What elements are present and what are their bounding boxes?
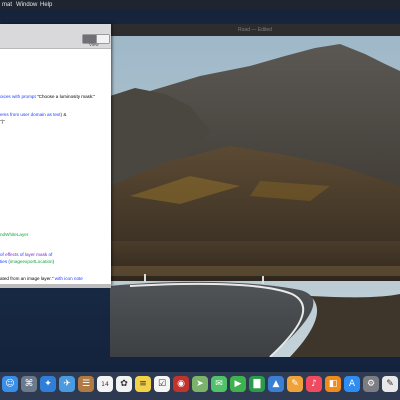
photo-window-title: Road — Edited <box>110 24 400 36</box>
code-token: layer mask <box>24 252 48 257</box>
code-token: ) & <box>60 112 67 117</box>
script-text-area[interactable]: oices with prompt "Choose a luminosity m… <box>0 49 111 286</box>
contacts-icon[interactable]: ☰ <box>78 376 94 392</box>
pages-icon[interactable]: ✎ <box>287 376 303 392</box>
system-preferences-icon[interactable]: ⚙ <box>363 376 379 392</box>
menu-bar: mat Window Help <box>0 0 400 10</box>
code-token: ties ( <box>0 259 10 264</box>
books-icon[interactable]: ◧ <box>325 376 341 392</box>
code-token: ems from user domain as text <box>0 112 61 117</box>
code-line: ties (imageexportLocation) <box>0 259 54 264</box>
code-token: oices with prompt <box>0 94 38 99</box>
menu-help[interactable]: Help <box>40 0 52 10</box>
numbers-icon[interactable]: ▇ <box>249 376 265 392</box>
script-editor-icon[interactable]: ✎ <box>382 376 398 392</box>
code-line: ems from user domain as text) & <box>0 112 66 117</box>
mail-icon[interactable]: ✈ <box>59 376 75 392</box>
code-token: ndWhiteLayer <box>0 232 29 237</box>
code-line: of effects of layer mask of <box>0 252 52 257</box>
code-token: ")" <box>0 119 5 124</box>
launchpad-icon[interactable]: ⌘ <box>21 376 37 392</box>
editor-footer-bar <box>0 284 111 288</box>
keynote-icon[interactable]: ▲ <box>268 376 284 392</box>
notes-icon[interactable]: ≡ <box>135 376 151 392</box>
maps-icon[interactable]: ➤ <box>192 376 208 392</box>
mountain-road-photo <box>110 36 400 357</box>
music-icon[interactable]: ♪ <box>306 376 322 392</box>
photo-booth-icon[interactable]: ◉ <box>173 376 189 392</box>
code-token: ated from an image layer." <box>0 276 55 281</box>
finder-icon[interactable]: ☺ <box>2 376 18 392</box>
photo-window[interactable]: Road — Edited <box>110 24 400 357</box>
code-line: ")" <box>0 119 5 124</box>
code-token: effects <box>5 252 19 257</box>
code-token: "Choose a luminosity mask:" <box>37 94 96 99</box>
view-label: View <box>89 42 99 47</box>
facetime-icon[interactable]: ▶ <box>230 376 246 392</box>
messages-icon[interactable]: ✉ <box>211 376 227 392</box>
code-token: imageexportLocation <box>9 259 53 264</box>
photos-icon[interactable]: ✿ <box>116 376 132 392</box>
code-token: ) <box>52 259 55 264</box>
safari-icon[interactable]: ✦ <box>40 376 56 392</box>
menu-window[interactable]: Window <box>16 0 37 10</box>
reminders-icon[interactable]: ☑ <box>154 376 170 392</box>
menu-format[interactable]: mat <box>2 0 12 10</box>
app-store-icon[interactable]: A <box>344 376 360 392</box>
code-line: ated from an image layer." with icon not… <box>0 276 83 281</box>
code-token: with icon note <box>54 276 83 281</box>
code-token: of <box>47 252 53 257</box>
calendar-icon[interactable]: 14 <box>97 376 113 392</box>
code-line: ndWhiteLayer <box>0 232 28 237</box>
editor-toolbar: View <box>0 24 111 49</box>
code-line: oices with prompt "Choose a luminosity m… <box>0 94 95 99</box>
script-editor-window[interactable]: View oices with prompt "Choose a luminos… <box>0 24 111 286</box>
